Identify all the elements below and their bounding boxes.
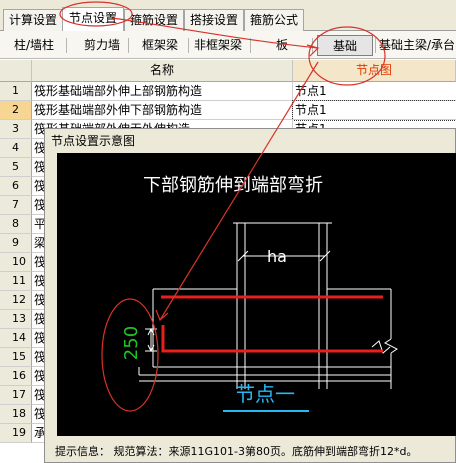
row-number[interactable]: 12 <box>0 291 32 310</box>
tab-lap-settings[interactable]: 搭接设置 <box>184 9 244 31</box>
hint-info: 提示信息： 规范算法：来源11G101-3第80页。底筋伸到端部弯折12*d。 <box>55 445 418 458</box>
subtab-shear-wall[interactable]: 剪力墙 <box>72 35 132 56</box>
settings-tab-bar: 计算设置 节点设置 箍筋设置 搭接设置 箍筋公式 <box>0 0 456 32</box>
row-number[interactable]: 6 <box>0 177 32 196</box>
header-corner <box>0 60 32 82</box>
node-diagram-canvas: 下部钢筋伸到端部弯折 ha 250 节点一 <box>57 153 456 436</box>
subtab-slab[interactable]: 板 <box>264 35 300 56</box>
subtab-separator <box>188 38 189 53</box>
subtab-frame-beam[interactable]: 框架梁 <box>132 35 188 56</box>
row-name-cell[interactable]: 筏形基础端部外伸上部钢筋构造 <box>32 82 293 101</box>
row-number[interactable]: 2 <box>0 101 32 120</box>
tab-stirrup-settings[interactable]: 箍筋设置 <box>124 9 184 31</box>
member-type-bar: 柱/墙柱 剪力墙 框架梁 非框架梁 板 基础 基础主梁/承台 <box>0 31 456 59</box>
bottom-rebar <box>161 325 383 353</box>
subtab-separator <box>375 38 376 53</box>
row-number[interactable]: 17 <box>0 386 32 405</box>
tab-node-settings[interactable]: 节点设置 <box>62 7 124 32</box>
row-number[interactable]: 16 <box>0 367 32 386</box>
subtab-foundation[interactable]: 基础 <box>317 35 373 56</box>
row-number[interactable]: 9 <box>0 234 32 253</box>
diagram-title: 下部钢筋伸到端部弯折 <box>143 175 323 196</box>
column-header-name[interactable]: 名称 <box>32 60 293 82</box>
row-number[interactable]: 4 <box>0 139 32 158</box>
row-node-cell[interactable]: 节点1 <box>292 100 456 121</box>
subtab-non-frame-beam[interactable]: 非框架梁 <box>190 35 246 56</box>
row-number[interactable]: 5 <box>0 158 32 177</box>
ha-label: ha <box>267 247 287 266</box>
node-diagram-dialog: 节点设置示意图 下部钢筋伸到端部弯折 ha 250 节点一 提示信息： 规范算法… <box>44 128 456 463</box>
row-number[interactable]: 10 <box>0 253 32 272</box>
subtab-column-wallcolumn[interactable]: 柱/墙柱 <box>6 35 62 56</box>
subtab-separator <box>128 38 129 53</box>
subtab-separator <box>66 38 67 53</box>
tab-calc-settings[interactable]: 计算设置 <box>3 9 63 31</box>
node-diagram: 下部钢筋伸到端部弯折 ha 250 节点一 <box>121 175 398 412</box>
subtab-foundation-main-beam[interactable]: 基础主梁/承台 <box>377 35 456 56</box>
row-number[interactable]: 15 <box>0 348 32 367</box>
row-name-cell[interactable]: 筏形基础端部外伸下部钢筋构造 <box>32 101 293 120</box>
row-number[interactable]: 14 <box>0 329 32 348</box>
foundation-slab-outline <box>138 288 398 389</box>
subtab-separator <box>312 38 313 53</box>
column-header-node[interactable]: 节点图 <box>293 60 456 82</box>
tab-stirrup-formula[interactable]: 箍筋公式 <box>244 9 304 31</box>
row-number[interactable]: 1 <box>0 82 32 101</box>
row-number[interactable]: 18 <box>0 405 32 424</box>
row-node-cell[interactable]: 节点1 <box>293 82 456 101</box>
row-number[interactable]: 8 <box>0 215 32 234</box>
node-caption: 节点一 <box>235 382 295 406</box>
bend-length-label: 250 <box>121 326 142 360</box>
bend-dimension-line <box>145 327 157 353</box>
row-number[interactable]: 13 <box>0 310 32 329</box>
row-number[interactable]: 19 <box>0 424 32 443</box>
row-number[interactable]: 3 <box>0 120 32 139</box>
row-number[interactable]: 7 <box>0 196 32 215</box>
subtab-separator <box>250 38 251 53</box>
dialog-title: 节点设置示意图 <box>51 134 136 148</box>
row-number[interactable]: 11 <box>0 272 32 291</box>
